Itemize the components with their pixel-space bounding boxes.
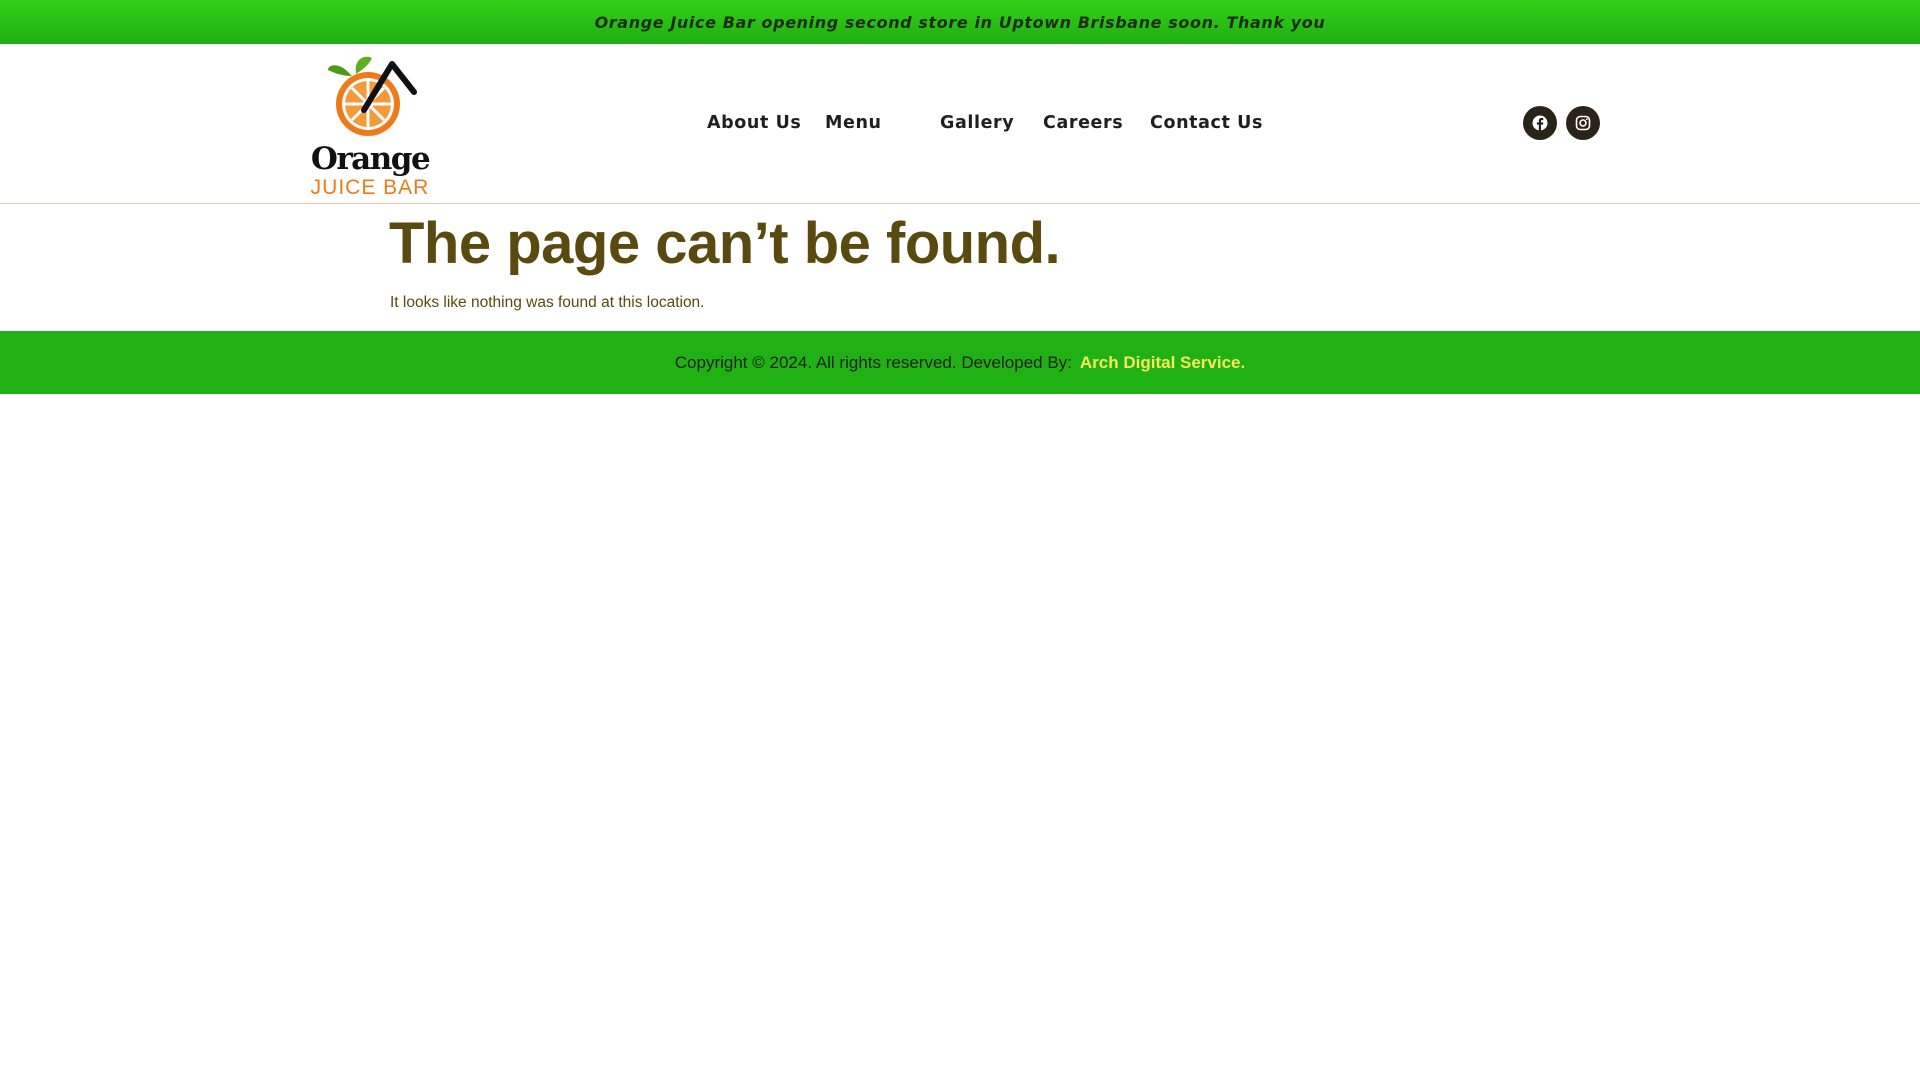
nav-item-about-us[interactable]: About Us bbox=[707, 111, 801, 136]
developer-link[interactable]: Arch Digital Service. bbox=[1080, 353, 1245, 373]
instagram-button[interactable] bbox=[1566, 106, 1600, 140]
nav-item-gallery[interactable]: Gallery bbox=[940, 111, 1014, 136]
page-description: It looks like nothing was found at this … bbox=[390, 294, 705, 311]
nav-item-contact-us[interactable]: Contact Us bbox=[1150, 111, 1263, 136]
main-navigation: About Us Menu Gallery Careers Contact Us bbox=[0, 44, 1920, 204]
nav-item-careers[interactable]: Careers bbox=[1043, 111, 1123, 136]
facebook-icon bbox=[1532, 115, 1548, 131]
nav-item-menu[interactable]: Menu bbox=[825, 111, 882, 136]
footer-copyright: Copyright © 2024. All rights reserved. D… bbox=[674, 352, 1072, 372]
instagram-icon bbox=[1575, 115, 1591, 131]
page-title: The page can’t be found. bbox=[389, 211, 1061, 276]
site-header: Orange JUICE BAR About Us Menu Gallery C… bbox=[0, 44, 1920, 204]
main-content: The page can’t be found. It looks like n… bbox=[0, 205, 1920, 331]
announcement-bar: Orange Juice Bar opening second store in… bbox=[0, 0, 1920, 44]
site-footer: Copyright © 2024. All rights reserved. D… bbox=[0, 331, 1920, 394]
facebook-button[interactable] bbox=[1523, 106, 1557, 140]
announcement-text: Orange Juice Bar opening second store in… bbox=[594, 12, 1326, 32]
